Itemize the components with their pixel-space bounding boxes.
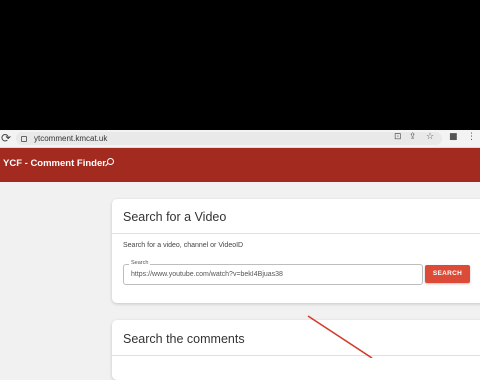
annotation-arrow-line <box>307 315 373 358</box>
annotation-arrow <box>307 315 373 358</box>
